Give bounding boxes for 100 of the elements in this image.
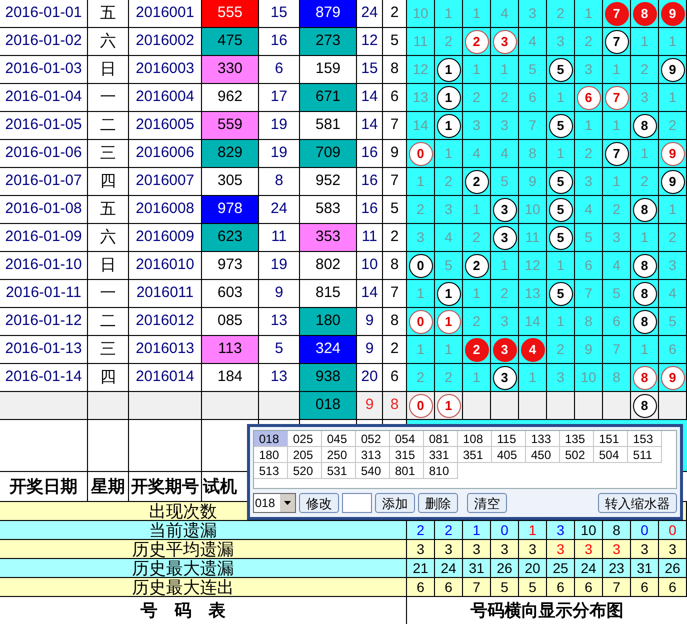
stat-value: 8 — [612, 523, 620, 537]
number-list-item[interactable]: 115 — [492, 431, 526, 447]
weekday-cell: 五 — [88, 0, 129, 27]
test-number-cell: 475 — [202, 28, 259, 55]
number-list-item[interactable]: 153 — [628, 431, 662, 447]
stat-value: 21 — [412, 561, 428, 575]
number-select[interactable]: 018 — [253, 493, 296, 514]
miss-count: 3 — [444, 200, 452, 219]
number-list-item[interactable]: 151 — [594, 431, 628, 447]
number-list-item[interactable]: 135 — [560, 431, 594, 447]
miss-count: 2 — [472, 228, 480, 247]
miss-count: 2 — [472, 88, 480, 107]
draw-number-cell: 802 — [300, 252, 357, 279]
number-list-item[interactable]: 054 — [390, 431, 424, 447]
date-cell: 2016-01-13 — [0, 336, 88, 363]
miss-count: 2 — [416, 200, 424, 219]
miss-count: 8 — [528, 144, 536, 163]
number-list-item[interactable]: 405 — [492, 447, 526, 463]
sum-cell: 15 — [357, 56, 383, 83]
edit-button[interactable]: 修改 — [299, 493, 339, 514]
date-cell: 2016-01-06 — [0, 140, 88, 167]
miss-count: 2 — [416, 368, 424, 387]
miss-count: 3 — [472, 116, 480, 135]
number-list-item[interactable]: 511 — [628, 447, 662, 463]
weekday-cell: 一 — [88, 280, 129, 307]
miss-count: 9 — [528, 172, 536, 191]
number-list-item[interactable]: 351 — [458, 447, 492, 463]
number-list-item[interactable]: 052 — [356, 431, 390, 447]
stat-value: 6 — [556, 580, 564, 594]
stat-value: 5 — [528, 580, 536, 594]
number-list-item[interactable]: 315 — [390, 447, 424, 463]
miss-count: 14 — [524, 312, 540, 331]
number-list-item[interactable]: 180 — [254, 447, 288, 463]
number-list-item[interactable]: 810 — [424, 463, 458, 479]
number-list-item[interactable]: 018 — [254, 431, 288, 447]
miss-count: 5 — [668, 312, 676, 331]
weekday-cell: 三 — [88, 140, 129, 167]
stat-value: 1 — [472, 523, 480, 537]
miss-count: 1 — [472, 4, 480, 23]
number-list-item[interactable]: 313 — [356, 447, 390, 463]
miss-count: 1 — [668, 88, 676, 107]
stat-value: 26 — [664, 561, 680, 575]
draw-number-cell: 815 — [300, 280, 357, 307]
action-button[interactable]: 删除 — [418, 493, 458, 514]
number-list-item[interactable]: 531 — [322, 463, 356, 479]
number-input[interactable] — [342, 493, 372, 514]
number-list-item[interactable]: 331 — [424, 447, 458, 463]
number-list-item[interactable]: 081 — [424, 431, 458, 447]
number-list-item[interactable]: 250 — [322, 447, 356, 463]
sum-cell: 11 — [357, 224, 383, 251]
sum-cell: 14 — [357, 112, 383, 139]
draw-number-cell: 671 — [300, 84, 357, 111]
number-list-item[interactable]: 520 — [288, 463, 322, 479]
number-list-item[interactable]: 801 — [390, 463, 424, 479]
number-list-item[interactable]: 025 — [288, 431, 322, 447]
number-list-item[interactable]: 513 — [254, 463, 288, 479]
number-list-item[interactable]: 540 — [356, 463, 390, 479]
number-list-item[interactable]: 504 — [594, 447, 628, 463]
column-header: 开奖期号 — [131, 476, 199, 498]
number-list-item[interactable]: 450 — [526, 447, 560, 463]
action-button[interactable]: 清空 — [467, 493, 507, 514]
sum-cell: 24 — [259, 196, 300, 223]
stat-value: 24 — [440, 561, 456, 575]
action-button[interactable]: 添加 — [375, 493, 415, 514]
transfer-button[interactable]: 转入缩水器 — [598, 493, 677, 514]
number-list-item[interactable]: 108 — [458, 431, 492, 447]
miss-count: 3 — [528, 4, 536, 23]
issue-cell: 2016004 — [129, 84, 202, 111]
stat-value: 6 — [416, 580, 424, 594]
miss-count: 1 — [556, 256, 564, 275]
weekday-cell: 六 — [88, 28, 129, 55]
number-list-item[interactable]: 133 — [526, 431, 560, 447]
miss-count: 5 — [528, 60, 536, 79]
draw-number-cell: 938 — [300, 364, 357, 391]
miss-count: 1 — [472, 60, 480, 79]
stat-value: 24 — [580, 561, 596, 575]
sum-cell: 19 — [259, 112, 300, 139]
miss-count: 1 — [416, 284, 424, 303]
miss-count: 1 — [500, 60, 508, 79]
number-list-item[interactable]: 502 — [560, 447, 594, 463]
weekday-cell: 四 — [88, 168, 129, 195]
sum-cell: 14 — [357, 280, 383, 307]
miss-count: 1 — [640, 340, 648, 359]
number-list-item[interactable]: 205 — [288, 447, 322, 463]
miss-count: 5 — [500, 172, 508, 191]
miss-count: 1 — [416, 172, 424, 191]
test-number-cell: 330 — [202, 56, 259, 83]
number-list-item[interactable]: 045 — [322, 431, 356, 447]
miss-count: 3 — [668, 256, 676, 275]
column-header: 星期 — [91, 476, 125, 498]
miss-count: 1 — [444, 144, 452, 163]
issue-cell: 2016010 — [129, 252, 202, 279]
stat-value: 0 — [640, 523, 648, 537]
weekday-cell: 日 — [88, 252, 129, 279]
miss-count: 1 — [668, 32, 676, 51]
miss-count: 3 — [640, 88, 648, 107]
miss-count: 5 — [612, 284, 620, 303]
issue-cell: 2016014 — [129, 364, 202, 391]
stat-label: 当前遗漏 — [149, 522, 217, 538]
stat-value: 7 — [612, 580, 620, 594]
